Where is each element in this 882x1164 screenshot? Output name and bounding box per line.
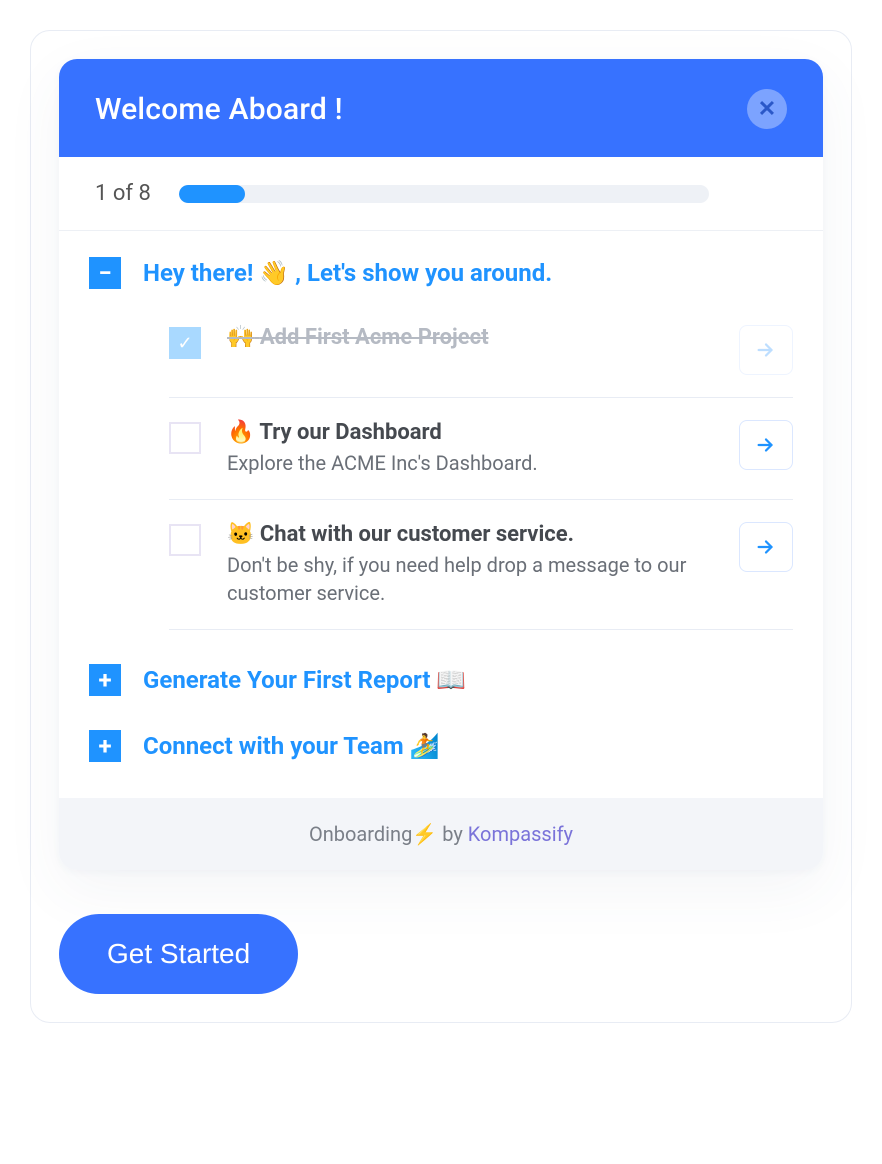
task-title-text: Add First Acme Project [260,325,489,350]
check-icon: ✓ [177,333,192,354]
arrow-right-icon [755,339,777,361]
progress-track [179,185,709,203]
task-list: ✓ 🙌 Add First Acme Project [169,299,793,630]
onboarding-modal: Welcome Aboard ! ✕ 1 of 8 − Hey there! 👋… [59,59,823,870]
section-active: − Hey there! 👋 , Let's show you around. [89,257,793,289]
plus-icon: + [98,734,111,758]
task-emoji: 🐱 [227,522,254,547]
bolt-icon: ⚡ [412,822,437,846]
expand-toggle[interactable]: + [89,730,121,762]
section-title: Generate Your First Report 📖 [143,664,466,696]
task-item: 🐱 Chat with our customer service. Don't … [169,500,793,630]
plus-icon: + [98,668,111,692]
task-title: 🔥 Try our Dashboard [227,420,713,445]
progress-label: 1 of 8 [95,181,151,206]
task-description: Don't be shy, if you need help drop a me… [227,551,713,607]
expand-toggle[interactable]: + [89,664,121,696]
outer-card: Welcome Aboard ! ✕ 1 of 8 − Hey there! 👋… [30,30,852,1023]
get-started-button[interactable]: Get Started [59,914,298,994]
task-checkbox[interactable] [169,422,201,454]
task-title-text: Try our Dashboard [259,420,441,445]
footer-brand-link[interactable]: Kompassify [468,822,573,846]
task-body: 🔥 Try our Dashboard Explore the ACME Inc… [227,420,713,477]
task-emoji: 🔥 [227,420,254,445]
modal-title: Welcome Aboard ! [95,92,343,127]
task-action-button[interactable] [739,325,793,375]
section-collapsed: + Generate Your First Report 📖 [89,664,793,696]
task-item: 🔥 Try our Dashboard Explore the ACME Inc… [169,398,793,500]
task-item: ✓ 🙌 Add First Acme Project [169,315,793,398]
arrow-right-icon [755,536,777,558]
modal-header: Welcome Aboard ! ✕ [59,59,823,157]
task-title: 🐱 Chat with our customer service. [227,522,713,547]
footer-prefix: Onboarding [309,822,412,846]
close-button[interactable]: ✕ [747,89,787,129]
minus-icon: − [98,261,111,285]
section-collapsed: + Connect with your Team 🏄 [89,730,793,762]
task-body: 🙌 Add First Acme Project [227,325,713,350]
task-checkbox[interactable] [169,524,201,556]
footer-by: by [437,822,468,846]
task-body: 🐱 Chat with our customer service. Don't … [227,522,713,607]
section-title: Connect with your Team 🏄 [143,730,439,762]
collapse-toggle[interactable]: − [89,257,121,289]
modal-footer: Onboarding⚡ by Kompassify [59,798,823,870]
arrow-right-icon [755,434,777,456]
task-emoji: 🙌 [227,325,254,350]
task-action-button[interactable] [739,420,793,470]
progress-fill [179,185,245,203]
progress-row: 1 of 8 [59,157,823,231]
close-icon: ✕ [758,97,776,122]
task-title-text: Chat with our customer service. [260,522,574,547]
task-action-button[interactable] [739,522,793,572]
section-title: Hey there! 👋 , Let's show you around. [143,257,552,289]
task-checkbox-done[interactable]: ✓ [169,327,201,359]
task-title: 🙌 Add First Acme Project [227,325,713,350]
modal-content: − Hey there! 👋 , Let's show you around. … [59,231,823,798]
task-description: Explore the ACME Inc's Dashboard. [227,449,713,477]
